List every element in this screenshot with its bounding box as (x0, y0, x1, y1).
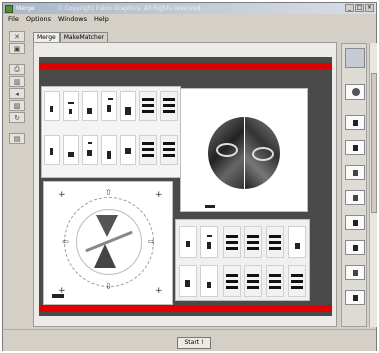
scrollbar-thumb[interactable] (371, 73, 377, 213)
window-controls: _ □ × (345, 4, 374, 12)
menu-file[interactable]: File (8, 15, 19, 23)
card-thumbnail[interactable] (179, 265, 197, 297)
card-thumbnail[interactable] (160, 91, 178, 121)
start-button[interactable]: Start ! (177, 337, 211, 349)
close-button[interactable]: × (365, 4, 374, 12)
left-tool-icon[interactable]: ◂ (9, 88, 25, 99)
top-red-bar (39, 63, 332, 70)
arrow-icon: ⇩ (105, 282, 112, 291)
thumbnail-item[interactable] (345, 140, 365, 155)
arrow-icon: ⇧ (105, 188, 112, 197)
card-thumbnail[interactable] (288, 226, 306, 258)
toolbox: ✕ ▣ ⎙ ▥ ◂ ▨ ↻ ▤ (9, 31, 29, 144)
card-thumbnail[interactable] (101, 135, 117, 165)
maximize-button[interactable]: □ (355, 4, 364, 12)
thumbnail-item[interactable] (345, 215, 365, 230)
thumbnail-item[interactable] (345, 165, 365, 180)
card-thumbnail[interactable] (200, 265, 218, 297)
arrange-tool-icon[interactable]: ▥ (9, 76, 25, 87)
copyright-text: © Copyright Eskio Graphics. All Rights r… (56, 5, 203, 12)
menu-bar: File Options Windows Help (3, 14, 376, 24)
image-tool-icon[interactable]: ▨ (9, 100, 25, 111)
vertical-scrollbar[interactable] (369, 43, 377, 327)
card-thumbnail[interactable] (223, 226, 241, 258)
menu-windows[interactable]: Windows (58, 15, 87, 23)
card-thumbnail[interactable] (139, 135, 157, 165)
card-thumbnail[interactable] (244, 226, 262, 258)
card-thumbnail[interactable] (120, 91, 136, 121)
toolbox-spacer (9, 55, 29, 63)
fit-tool-icon[interactable]: ▣ (9, 43, 25, 54)
card-thumbnail[interactable] (160, 135, 178, 165)
thumbnail-item[interactable] (345, 190, 365, 205)
bottom-bar: Start ! (3, 329, 376, 351)
corner-plus-icon: + (155, 190, 163, 200)
rotate-tool-icon[interactable]: ↻ (9, 112, 25, 123)
circle-artwork (208, 117, 280, 189)
card-thumbnail[interactable] (44, 91, 60, 121)
thumbnail-item[interactable] (345, 290, 365, 305)
corner-plus-icon: + (155, 286, 163, 296)
card-thumbnail[interactable] (200, 226, 218, 258)
print-tool-icon[interactable]: ⎙ (9, 64, 25, 75)
merge-workspace[interactable]: + + + + ⇧ ⇩ ⇦ ⇨ (33, 42, 337, 327)
tab-merge[interactable]: Merge (33, 32, 60, 42)
card-thumbnail[interactable] (63, 135, 79, 165)
card-thumbnail[interactable] (266, 265, 284, 297)
card-thumbnail[interactable] (44, 135, 60, 165)
arrow-icon: ⇦ (62, 237, 69, 246)
card-thumbnail[interactable] (179, 226, 197, 258)
select-tool-icon[interactable]: ✕ (9, 31, 25, 42)
card-thumbnail[interactable] (120, 135, 136, 165)
card-thumbnail[interactable] (82, 91, 98, 121)
corner-plus-icon: + (58, 190, 66, 200)
card-panel-bottom-right[interactable] (175, 219, 310, 301)
card-thumbnail[interactable] (139, 91, 157, 121)
tab-bar: Merge MakeMatcher (33, 32, 109, 42)
bottom-red-bar (39, 305, 332, 312)
thumbnail-item[interactable] (345, 84, 365, 100)
tab-makematcher[interactable]: MakeMatcher (59, 32, 109, 42)
arrow-icon: ⇨ (148, 237, 155, 246)
card-thumbnail[interactable] (101, 91, 117, 121)
title-bar: Merge © Copyright Eskio Graphics. All Ri… (3, 3, 376, 14)
thumbnail-item[interactable] (345, 265, 365, 280)
thumbnail-item[interactable] (345, 240, 365, 255)
card-thumbnail[interactable] (63, 91, 79, 121)
card-thumbnail[interactable] (266, 226, 284, 258)
panel-marker (205, 205, 215, 208)
menu-options[interactable]: Options (26, 15, 51, 23)
app-window: Merge © Copyright Eskio Graphics. All Ri… (2, 2, 377, 351)
thumbnail-item[interactable] (345, 115, 365, 130)
card-thumbnail[interactable] (288, 265, 306, 297)
card-panel-top-left[interactable] (41, 86, 181, 178)
minimize-button[interactable]: _ (345, 4, 354, 12)
circle-image-panel[interactable] (180, 88, 308, 212)
card-thumbnail[interactable] (244, 265, 262, 297)
card-thumbnail[interactable] (82, 135, 98, 165)
card-thumbnail[interactable] (223, 265, 241, 297)
panel-marker (52, 294, 64, 298)
app-icon (5, 4, 13, 13)
thumbnail-strip[interactable] (341, 43, 367, 327)
circle-layout-panel[interactable]: + + + + ⇧ ⇩ ⇦ ⇨ (43, 181, 173, 305)
toolbox-spacer (9, 124, 29, 132)
menu-help[interactable]: Help (94, 15, 109, 23)
thumbnail-item[interactable] (345, 48, 365, 68)
window-title: Merge (16, 5, 35, 12)
extra-tool-icon[interactable]: ▤ (9, 133, 25, 144)
